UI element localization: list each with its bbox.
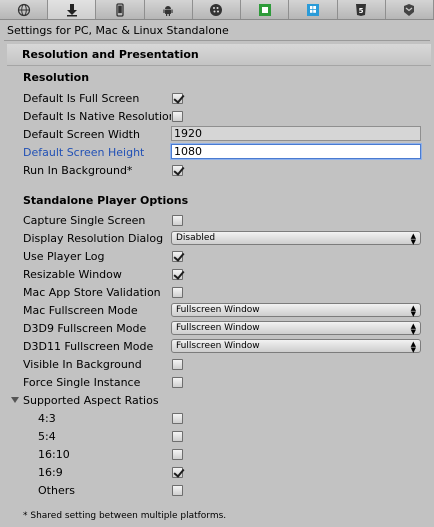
use-player-log-checkbox[interactable] <box>172 251 183 262</box>
default-full-screen-label: Default Is Full Screen <box>23 92 140 105</box>
tab-web[interactable] <box>0 0 49 19</box>
tab-other[interactable] <box>385 0 434 19</box>
tab-android[interactable] <box>144 0 193 19</box>
platform-tab-bar: 5 <box>0 0 434 20</box>
aspect-ratio-5-4-checkbox[interactable] <box>172 431 183 442</box>
d3d11-fullscreen-mode-label: D3D11 Fullscreen Mode <box>23 340 154 353</box>
foldout-arrow-icon[interactable] <box>11 397 19 403</box>
d3d9-fullscreen-mode-dropdown[interactable]: Fullscreen Window ▲ ▼ <box>171 321 421 336</box>
tab-standalone[interactable] <box>48 0 97 19</box>
aspect-ratio-16-10-checkbox[interactable] <box>172 449 183 460</box>
inspector-panel: Resolution and Presentation Resolution D… <box>7 44 432 524</box>
mac-fullscreen-mode-label: Mac Fullscreen Mode <box>23 304 138 317</box>
mac-app-store-validation-label: Mac App Store Validation <box>23 286 161 299</box>
display-resolution-dialog-dropdown[interactable]: Disabled ▲ ▼ <box>171 231 421 246</box>
phone-icon <box>116 2 124 17</box>
native-resolution-checkbox[interactable] <box>172 111 183 122</box>
shared-setting-footnote: * Shared setting between multiple platfo… <box>23 511 227 521</box>
section-header[interactable]: Resolution and Presentation <box>7 44 431 66</box>
aspect-ratio-label: 5:4 <box>38 430 56 443</box>
dropdown-value: Fullscreen Window <box>176 305 260 315</box>
dropdown-arrows-icon: ▲ ▼ <box>410 232 416 246</box>
dropdown-arrows-icon: ▲ ▼ <box>410 304 416 318</box>
resolution-heading: Resolution <box>23 71 90 84</box>
svg-text:5: 5 <box>359 7 364 15</box>
display-resolution-dialog-label: Display Resolution Dialog <box>23 232 164 245</box>
html5-icon: 5 <box>356 3 367 16</box>
divider <box>4 40 430 41</box>
aspect-ratio-label: 16:10 <box>38 448 70 461</box>
globe-icon <box>17 3 30 16</box>
run-in-background-checkbox[interactable] <box>172 165 183 176</box>
tab-windows-store[interactable] <box>241 0 290 19</box>
screen-width-label: Default Screen Width <box>23 128 140 141</box>
capture-single-screen-checkbox[interactable] <box>172 215 183 226</box>
windows-store-icon <box>258 3 271 16</box>
aspect-ratio-others-checkbox[interactable] <box>172 485 183 496</box>
tab-html5[interactable]: 5 <box>337 0 386 19</box>
windows-phone-icon <box>306 3 319 16</box>
aspect-ratio-label: Others <box>38 484 75 497</box>
force-single-instance-checkbox[interactable] <box>172 377 183 388</box>
tab-ios[interactable] <box>96 0 145 19</box>
mac-app-store-validation-checkbox[interactable] <box>172 287 183 298</box>
visible-in-background-checkbox[interactable] <box>172 359 183 370</box>
dropdown-value: Fullscreen Window <box>176 341 260 351</box>
mac-fullscreen-mode-dropdown[interactable]: Fullscreen Window ▲ ▼ <box>171 303 421 318</box>
dropdown-value: Disabled <box>176 233 216 243</box>
standalone-options-heading: Standalone Player Options <box>23 194 189 207</box>
d3d11-fullscreen-mode-dropdown[interactable]: Fullscreen Window ▲ ▼ <box>171 339 421 354</box>
aspect-ratio-4-3-checkbox[interactable] <box>172 413 183 424</box>
blackberry-icon <box>210 3 223 16</box>
settings-title: Settings for PC, Mac & Linux Standalone <box>7 24 229 37</box>
screen-width-field[interactable]: 1920 <box>171 126 421 141</box>
shield-icon <box>404 3 415 16</box>
resizable-window-checkbox[interactable] <box>172 269 183 280</box>
tab-blackberry[interactable] <box>192 0 242 19</box>
force-single-instance-label: Force Single Instance <box>23 376 141 389</box>
supported-aspect-ratios-label[interactable]: Supported Aspect Ratios <box>23 394 159 407</box>
android-icon <box>163 5 173 16</box>
aspect-ratio-16-9-checkbox[interactable] <box>172 467 183 478</box>
resizable-window-label: Resizable Window <box>23 268 122 281</box>
visible-in-background-label: Visible In Background <box>23 358 142 371</box>
capture-single-screen-label: Capture Single Screen <box>23 214 146 227</box>
download-arrow-icon <box>66 3 77 16</box>
aspect-ratio-label: 4:3 <box>38 412 56 425</box>
tab-windows-phone[interactable] <box>289 0 338 19</box>
dropdown-arrows-icon: ▲ ▼ <box>410 340 416 354</box>
aspect-ratio-label: 16:9 <box>38 466 63 479</box>
default-full-screen-checkbox[interactable] <box>172 93 183 104</box>
dropdown-arrows-icon: ▲ ▼ <box>410 322 416 336</box>
screen-height-label: Default Screen Height <box>23 146 145 159</box>
screen-height-field[interactable]: 1080 <box>171 144 421 159</box>
d3d9-fullscreen-mode-label: D3D9 Fullscreen Mode <box>23 322 147 335</box>
dropdown-value: Fullscreen Window <box>176 323 260 333</box>
use-player-log-label: Use Player Log <box>23 250 105 263</box>
native-resolution-label: Default Is Native Resolution <box>23 110 171 123</box>
run-in-background-label: Run In Background* <box>23 164 133 177</box>
